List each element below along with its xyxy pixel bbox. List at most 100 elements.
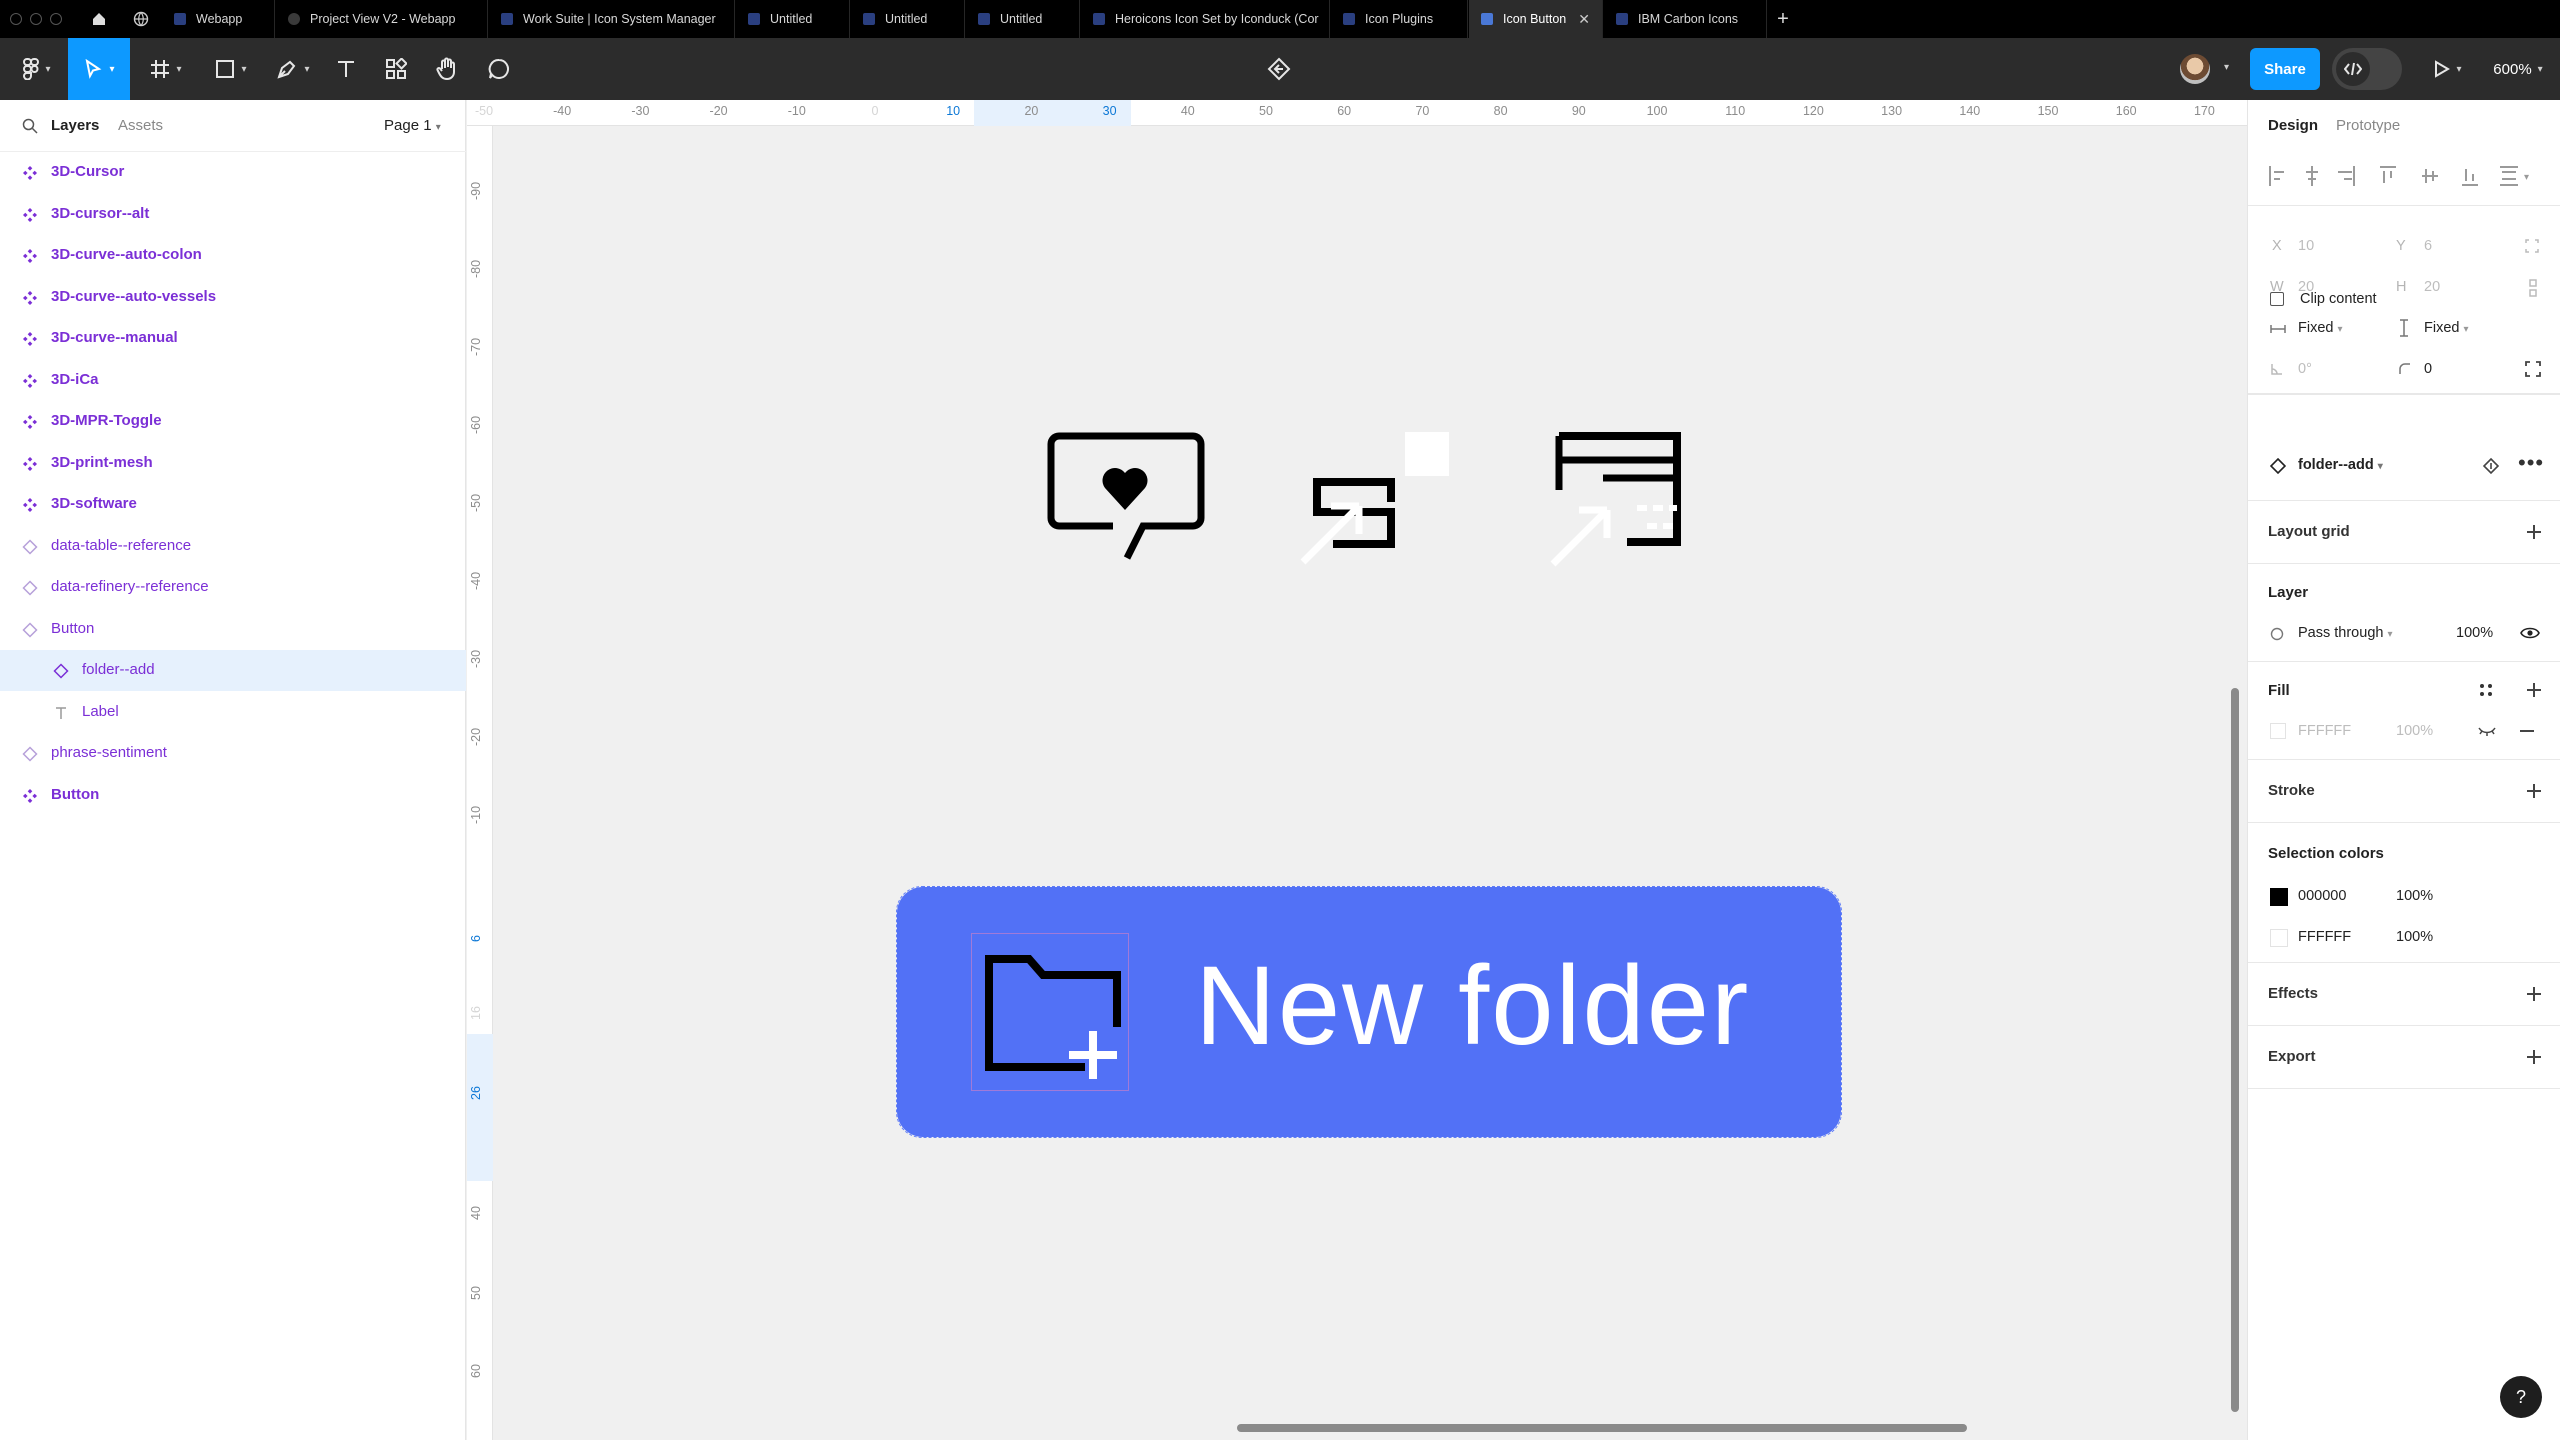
tab-untitled-2[interactable]: Untitled	[851, 0, 965, 38]
tab-icon-button[interactable]: Icon Button ✕	[1469, 0, 1603, 38]
selection-color-row[interactable]: FFFFFF 100%	[2248, 916, 2560, 956]
tab-assets[interactable]: Assets	[118, 117, 163, 134]
vertical-sizing-select[interactable]: Fixed ▾	[2424, 320, 2469, 336]
folder-add-icon[interactable]	[981, 951, 1131, 1081]
avatar[interactable]	[2178, 38, 2212, 100]
present-button[interactable]: ▾	[2428, 38, 2468, 100]
blend-mode-select[interactable]: Pass through ▾	[2298, 625, 2393, 641]
chat-heart-icon[interactable]	[1047, 432, 1209, 564]
layer-row[interactable]: phrase-sentiment	[0, 733, 466, 774]
remove-fill-minus-icon[interactable]	[2520, 730, 2534, 732]
button-label[interactable]: New folder	[1195, 941, 1750, 1070]
layer-row[interactable]: 3D-curve--auto-colon	[0, 235, 466, 276]
layer-row[interactable]: 3D-print-mesh	[0, 443, 466, 484]
add-effect-plus-icon[interactable]	[2527, 987, 2541, 1001]
tab-untitled-1[interactable]: Untitled	[736, 0, 850, 38]
color-swatch[interactable]	[2270, 929, 2288, 947]
shape-tool-button[interactable]: ▾	[206, 38, 256, 100]
layer-row[interactable]: data-table--reference	[0, 526, 466, 567]
corner-radius-input[interactable]: 0	[2424, 361, 2432, 377]
add-export-plus-icon[interactable]	[2527, 1050, 2541, 1064]
layer-opacity-input[interactable]: 100%	[2456, 625, 2493, 641]
constrain-proportions-icon[interactable]	[2526, 278, 2540, 298]
selection-color-row[interactable]: 000000 100%	[2248, 875, 2560, 915]
layer-row[interactable]: 3D-cursor--alt	[0, 194, 466, 235]
layer-row[interactable]: Label	[0, 692, 466, 733]
x-input[interactable]: 10	[2298, 238, 2314, 254]
tab-icon-plugins[interactable]: Icon Plugins	[1331, 0, 1468, 38]
add-stroke-plus-icon[interactable]	[2527, 784, 2541, 798]
text-tool-button[interactable]	[330, 38, 362, 100]
close-tab-icon[interactable]: ✕	[1578, 11, 1590, 28]
alignment-icons[interactable]: ▾	[2266, 164, 2546, 188]
pen-tool-button[interactable]: ▾	[270, 38, 316, 100]
more-options-icon[interactable]: •••	[2518, 450, 2544, 476]
independent-corners-icon[interactable]	[2524, 360, 2542, 378]
layer-row[interactable]: data-refinery--reference	[0, 567, 466, 608]
add-layout-grid-plus-icon[interactable]	[2527, 525, 2541, 539]
eye-closed-icon[interactable]	[2478, 726, 2496, 736]
share-button[interactable]: Share	[2250, 48, 2320, 90]
comment-tool-button[interactable]	[482, 38, 516, 100]
window-import-icon[interactable]	[1547, 430, 1697, 570]
add-fill-plus-icon[interactable]	[2527, 683, 2541, 697]
move-tool-button[interactable]: ▾	[68, 38, 130, 100]
main-menu-button[interactable]: ▾	[14, 38, 60, 100]
tab-layers[interactable]: Layers	[51, 117, 99, 134]
layer-row[interactable]: Button	[0, 609, 466, 650]
clip-content-checkbox[interactable]	[2270, 292, 2284, 306]
tab-project-view[interactable]: Project View V2 - Webapp	[276, 0, 488, 38]
fill-opacity-input[interactable]: 100%	[2396, 723, 2433, 739]
height-input[interactable]: 20	[2424, 279, 2440, 295]
design-canvas[interactable]: -50 -40 -30 -20 -10 0 10 20 30 40 50 60 70 80 90 100 110…	[467, 100, 2247, 1440]
eye-icon[interactable]	[2520, 626, 2540, 640]
window-zoom-dot[interactable]	[50, 13, 62, 25]
layer-name: Button	[51, 785, 100, 803]
horizontal-sizing-select[interactable]: Fixed ▾	[2298, 320, 2343, 336]
window-close-dot[interactable]	[10, 13, 22, 25]
component-sync-icon[interactable]	[1262, 38, 1296, 100]
layer-row[interactable]: Button	[0, 775, 466, 816]
component-name-select[interactable]: folder--add ▾	[2298, 457, 2383, 473]
layer-row[interactable]: 3D-curve--manual	[0, 318, 466, 359]
globe-icon[interactable]	[126, 0, 156, 38]
new-folder-button[interactable]: New folder	[897, 887, 1841, 1137]
style-grid-icon[interactable]	[2478, 682, 2494, 698]
zoom-dropdown[interactable]: 600% ▾	[2486, 38, 2550, 100]
y-input[interactable]: 6	[2424, 238, 2432, 254]
layer-row[interactable]: 3D-MPR-Toggle	[0, 401, 466, 442]
search-icon[interactable]	[22, 118, 38, 134]
tab-ibm-carbon[interactable]: IBM Carbon Icons	[1604, 0, 1767, 38]
tab-prototype[interactable]: Prototype	[2336, 117, 2400, 134]
layer-row[interactable]: folder--add	[0, 650, 466, 691]
vertical-scrollbar[interactable]	[2231, 688, 2239, 1412]
resources-tool-button[interactable]	[380, 38, 412, 100]
chevron-down-icon[interactable]: ▾	[2224, 62, 2229, 73]
layer-row[interactable]: 3D-software	[0, 484, 466, 525]
component-set-icon	[22, 373, 38, 389]
fill-hex-input[interactable]: FFFFFF	[2298, 723, 2351, 739]
home-icon[interactable]	[84, 0, 114, 38]
constraints-icon[interactable]	[2524, 238, 2540, 254]
go-to-main-component-icon[interactable]	[2482, 457, 2500, 475]
tab-webapp[interactable]: Webapp	[162, 0, 275, 38]
fill-swatch[interactable]	[2270, 723, 2286, 739]
tab-heroicons[interactable]: Heroicons Icon Set by Iconduck (Cor	[1081, 0, 1330, 38]
rotation-input[interactable]: 0°	[2298, 361, 2312, 377]
color-swatch[interactable]	[2270, 888, 2288, 906]
new-tab-plus-icon[interactable]: +	[1770, 0, 1796, 38]
tab-design[interactable]: Design	[2268, 117, 2318, 134]
page-selector[interactable]: Page 1 ▾	[384, 117, 441, 134]
tab-work-suite[interactable]: Work Suite | Icon System Manager	[489, 0, 735, 38]
tab-untitled-3[interactable]: Untitled	[966, 0, 1080, 38]
window-minimize-dot[interactable]	[30, 13, 42, 25]
arrow-into-shape-icon[interactable]	[1297, 430, 1453, 566]
layer-row[interactable]: 3D-iCa	[0, 360, 466, 401]
horizontal-scrollbar[interactable]	[1237, 1424, 1967, 1432]
layer-row[interactable]: 3D-curve--auto-vessels	[0, 277, 466, 318]
dev-mode-toggle[interactable]	[2332, 48, 2402, 90]
frame-tool-button[interactable]: ▾	[142, 38, 190, 100]
hand-tool-button[interactable]	[430, 38, 464, 100]
layer-row[interactable]: 3D-Cursor	[0, 152, 466, 193]
help-button[interactable]: ?	[2500, 1376, 2542, 1418]
